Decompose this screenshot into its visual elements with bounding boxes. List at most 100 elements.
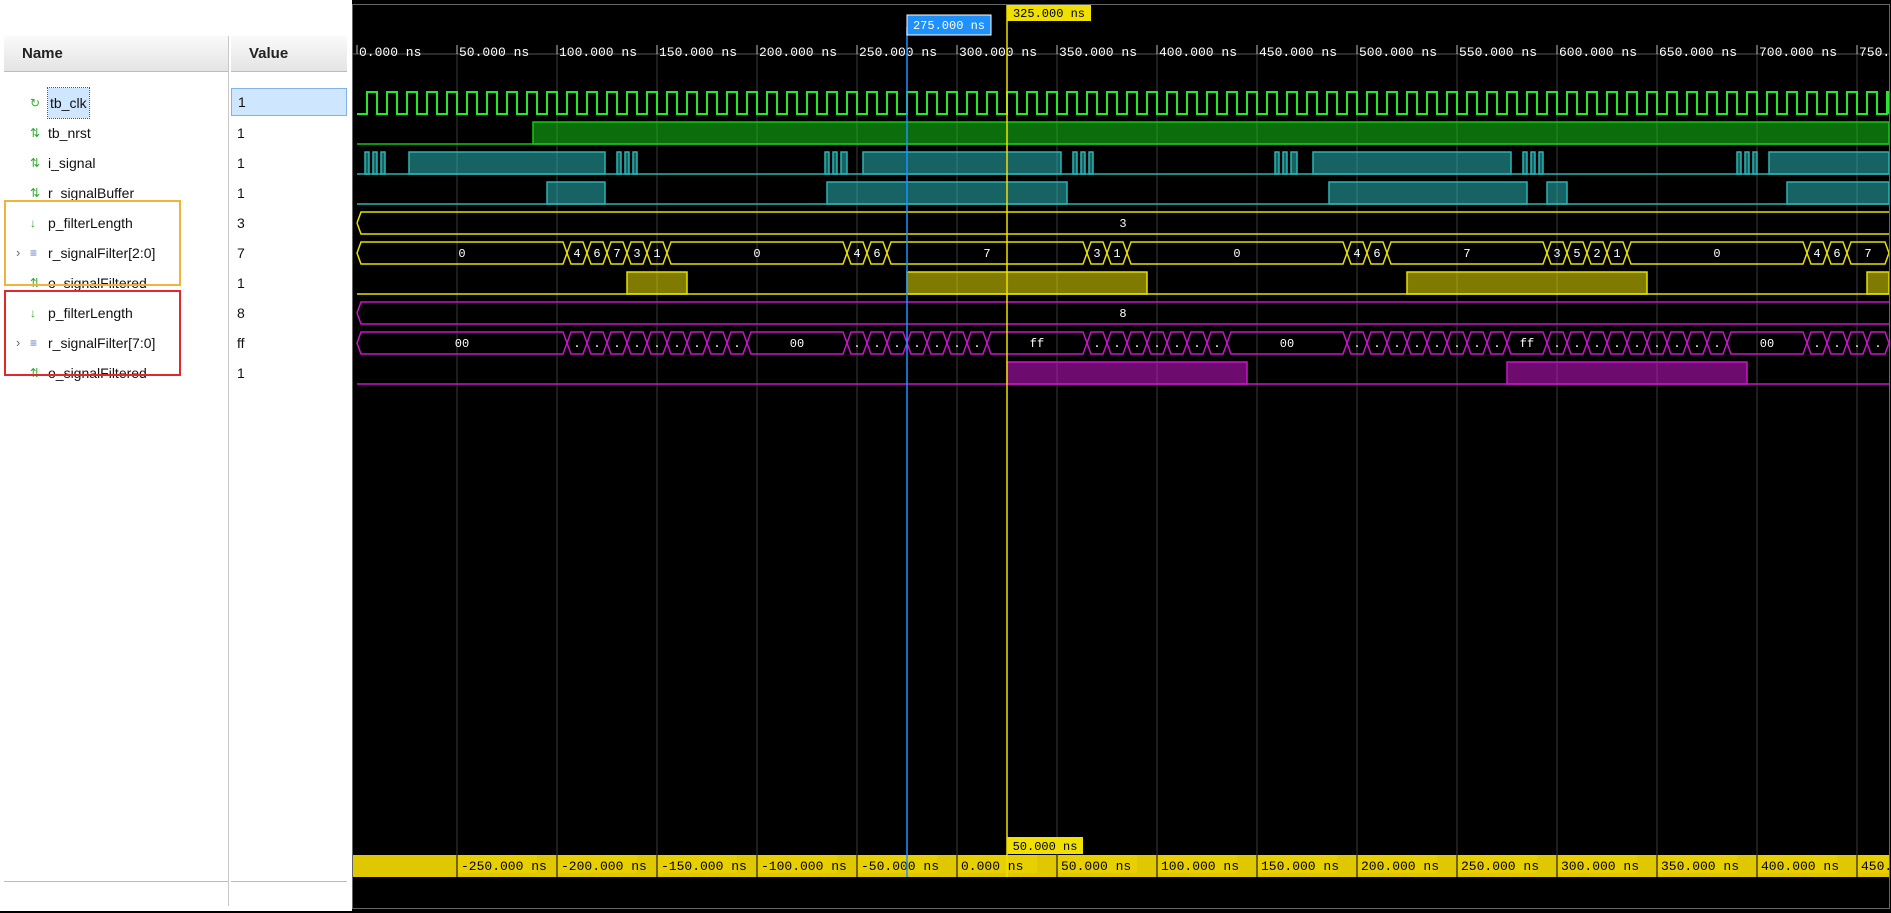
time-tick-label: 200.000 ns [759, 45, 837, 60]
signal-row-tb_clk[interactable]: ↻ tb_clk [4, 87, 228, 119]
i-signal-waveform-high-pulse [832, 151, 838, 175]
i-signal-waveform-high-pulse [624, 151, 630, 175]
r-signalbuffer-waveform-high-pulse [1786, 181, 1890, 205]
tb-clk-waveform [357, 91, 1890, 115]
r-signalfilter-8-value: . [613, 337, 620, 351]
yellow-cursor-label: 325.000 ns [1013, 7, 1085, 21]
o-signalfiltered-3-waveform-high-pulse [1406, 271, 1648, 295]
signal-value-cell[interactable]: 7 [231, 238, 347, 268]
r-signalbuffer-waveform-high-pulse [1546, 181, 1568, 205]
relative-tick-label: 450.000 ns [1861, 859, 1889, 874]
filter-length-3-group-box [4, 200, 181, 286]
r-signalfilter-3-value: 3 [1553, 247, 1560, 261]
signal-value-cell[interactable]: 3 [231, 208, 347, 238]
relative-tick-label: -200.000 ns [561, 859, 647, 874]
name-column: Name ↻ tb_clk ⇅ tb_nrst ⇅ i_signal ⇅ r_signalBu… [4, 36, 229, 906]
filter-length-8-group-box [4, 290, 181, 376]
value-panel-divider [231, 881, 347, 882]
signal-value-cell[interactable]: 1 [231, 178, 347, 208]
r-signalfilter-8-value: . [913, 337, 920, 351]
time-tick-label: 700.000 ns [1759, 45, 1837, 60]
relative-tick-label: 150.000 ns [1261, 859, 1339, 874]
r-signalfilter-8-value: . [1133, 337, 1140, 351]
r-signalfilter-8-value: . [1553, 337, 1560, 351]
i-signal-waveform-high-pulse [616, 151, 622, 175]
r-signalfilter-8-value: . [1853, 337, 1860, 351]
time-tick-label: 750. [1859, 45, 1889, 60]
r-signalfilter-3-value: 6 [873, 247, 880, 261]
relative-tick-label: -100.000 ns [761, 859, 847, 874]
signal-value: 1 [238, 94, 246, 110]
time-tick-label: 350.000 ns [1059, 45, 1137, 60]
i-signal-waveform-high-pulse [1290, 151, 1298, 175]
r-signalfilter-8-value: . [1673, 337, 1680, 351]
p-filterlength-3-value: 3 [1119, 217, 1126, 231]
i-signal-waveform-high-pulse [364, 151, 370, 175]
waveform-svg[interactable]: 0.000 ns 50.000 ns 100.000 ns 150.000 ns 200… [353, 5, 1891, 908]
signal-value-cell[interactable]: ff [231, 328, 347, 358]
r-signalfilter-8-value: . [1413, 337, 1420, 351]
r-signalfilter-8-value: ff [1030, 337, 1044, 351]
relative-tick-label: 50.000 ns [1061, 859, 1131, 874]
signal-row-i_signal[interactable]: ⇅ i_signal [4, 148, 228, 178]
r-signalfilter-8-value: . [1373, 337, 1380, 351]
r-signalfilter-8-value: . [973, 337, 980, 351]
i-signal-waveform-high-pulse [1736, 151, 1742, 175]
relative-tick-label: -150.000 ns [661, 859, 747, 874]
blue-cursor-label: 275.000 ns [913, 19, 985, 33]
r-signalfilter-8-value: . [1874, 337, 1881, 351]
signal-value: 1 [237, 365, 245, 381]
i-signal-waveform-high-pulse [1312, 151, 1512, 175]
value-column: Value 1 1 1 1 3 7 1 8 ff 1 [231, 36, 347, 906]
i-signal-waveform-high-pulse [1744, 151, 1750, 175]
time-tick-label: 300.000 ns [959, 45, 1037, 60]
r-signalfilter-8-value: 00 [1280, 337, 1294, 351]
signal-list-panel: Name ↻ tb_clk ⇅ tb_nrst ⇅ i_signal ⇅ r_signalBu… [0, 0, 352, 911]
name-column-header[interactable]: Name [4, 36, 228, 72]
signal-value-cell[interactable]: 1 [231, 268, 347, 298]
relative-tick-label: -50.000 ns [861, 859, 939, 874]
r-signalfilter-3-value: 7 [613, 247, 620, 261]
signal-value-cell[interactable]: 1 [231, 118, 347, 148]
r-signalfilter-8-value: . [1473, 337, 1480, 351]
time-tick-label: 100.000 ns [559, 45, 637, 60]
r-signalfilter-8-value: . [1693, 337, 1700, 351]
signal-row-tb_nrst[interactable]: ⇅ tb_nrst [4, 118, 228, 148]
signal-value-cell[interactable]: 1 [231, 88, 347, 116]
r-signalbuffer-waveform-high-pulse [546, 181, 606, 205]
r-signalfilter-8-value: . [1813, 337, 1820, 351]
r-signalfilter-8-value: . [1113, 337, 1120, 351]
value-column-header[interactable]: Value [231, 36, 347, 72]
relative-tick-label: 300.000 ns [1561, 859, 1639, 874]
waveform-canvas[interactable]: 0.000 ns 50.000 ns 100.000 ns 150.000 ns 200… [352, 4, 1891, 909]
signal-value: 1 [237, 155, 245, 171]
r-signalfilter-8-value: . [1453, 337, 1460, 351]
clock-signal-icon: ↻ [30, 96, 41, 110]
i-signal-waveform-high-pulse [1538, 151, 1544, 175]
r-signalbuffer-waveform-high-pulse [1328, 181, 1528, 205]
signal-value: 1 [237, 125, 245, 141]
name-panel-divider [4, 881, 228, 882]
r-signalfilter-8-value: . [693, 337, 700, 351]
r-signalfilter-3-value: 3 [1093, 247, 1100, 261]
signal-value: 1 [237, 275, 245, 291]
signal-value-cell[interactable]: 8 [231, 298, 347, 328]
r-signalfilter-8-value: . [1173, 337, 1180, 351]
signal-value: 7 [237, 245, 245, 261]
r-signalfilter-3-value: 0 [458, 247, 465, 261]
relative-tick-label: 250.000 ns [1461, 859, 1539, 874]
bit-signal-icon: ⇅ [30, 126, 41, 140]
i-signal-waveform-high-pulse [1080, 151, 1086, 175]
r-signalfilter-8-value: . [1593, 337, 1600, 351]
r-signalfilter-8-value: ff [1520, 337, 1534, 351]
r-signalfilter-8-value: . [1573, 337, 1580, 351]
signal-value-cell[interactable]: 1 [231, 358, 347, 388]
r-signalfilter-8-value: . [853, 337, 860, 351]
r-signalfilter-3-value: 5 [1573, 247, 1580, 261]
r-signalfilter-8-value: . [1093, 337, 1100, 351]
relative-tick-label: -250.000 ns [461, 859, 547, 874]
i-signal-waveform-high-pulse [380, 151, 386, 175]
r-signalfilter-3-value: 0 [753, 247, 760, 261]
signal-value-cell[interactable]: 1 [231, 148, 347, 178]
signal-value: 8 [237, 305, 245, 321]
